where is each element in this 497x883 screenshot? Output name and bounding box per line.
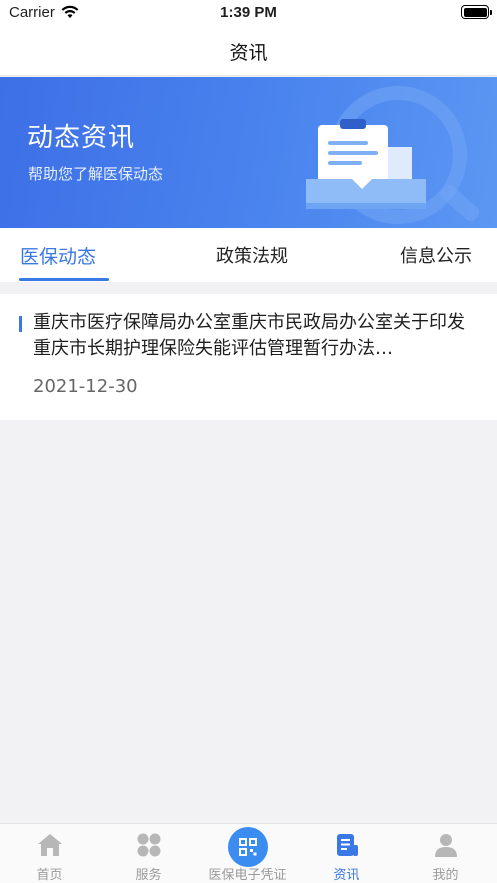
user-icon xyxy=(434,834,457,857)
tab-medical-news[interactable]: 医保动态 xyxy=(20,242,96,269)
tab-public-notices[interactable]: 信息公示 xyxy=(400,242,472,268)
qr-code-icon xyxy=(238,838,257,856)
news-icon xyxy=(336,834,358,856)
tabbar-item-news[interactable]: 资讯 xyxy=(297,824,396,883)
tabbar-label-news: 资讯 xyxy=(333,868,360,883)
clipboard-search-illustration xyxy=(306,86,480,224)
tab-policies-regulations[interactable]: 政策法规 xyxy=(216,242,288,268)
tabbar-label-insurance-ecert: 医保电子凭证 xyxy=(208,868,287,883)
tabbar-label-profile: 我的 xyxy=(432,868,459,883)
qr-code-button xyxy=(227,827,268,867)
tabbar-label-services: 服务 xyxy=(135,868,162,883)
clock: 1:39 PM xyxy=(220,4,277,21)
news-date: 2021-12-30 xyxy=(33,376,138,397)
news-marker xyxy=(19,316,22,332)
active-tab-indicator xyxy=(19,278,109,281)
battery-icon xyxy=(461,5,492,19)
news-item[interactable]: 重庆市医疗保障局办公室重庆市民政局办公室关于印发重庆市长期护理保险失能评估管理暂… xyxy=(0,294,497,420)
category-tabs: 医保动态 政策法规 信息公示 xyxy=(0,228,497,282)
tabbar-item-insurance-ecert[interactable]: 医保电子凭证 xyxy=(198,824,297,883)
grid-icon xyxy=(137,833,160,857)
tabbar-item-services[interactable]: 服务 xyxy=(99,824,198,883)
tabbar-item-profile[interactable]: 我的 xyxy=(396,824,495,883)
navigation-bar: 资讯 xyxy=(0,26,497,76)
home-icon xyxy=(37,834,62,856)
news-banner: 动态资讯 帮助您了解医保动态 xyxy=(0,77,497,228)
page-title: 资讯 xyxy=(229,42,268,64)
status-bar: Carrier 1:39 PM xyxy=(0,0,497,26)
banner-title: 动态资讯 xyxy=(27,123,136,153)
bottom-tab-bar: 首页 服务 医保电子凭证 资讯 我的 xyxy=(0,823,497,883)
tabbar-label-home: 首页 xyxy=(36,868,63,883)
news-title[interactable]: 重庆市医疗保障局办公室重庆市民政局办公室关于印发重庆市长期护理保险失能评估管理暂… xyxy=(33,310,478,362)
banner-subtitle: 帮助您了解医保动态 xyxy=(28,165,164,183)
tabbar-item-home[interactable]: 首页 xyxy=(0,824,99,883)
